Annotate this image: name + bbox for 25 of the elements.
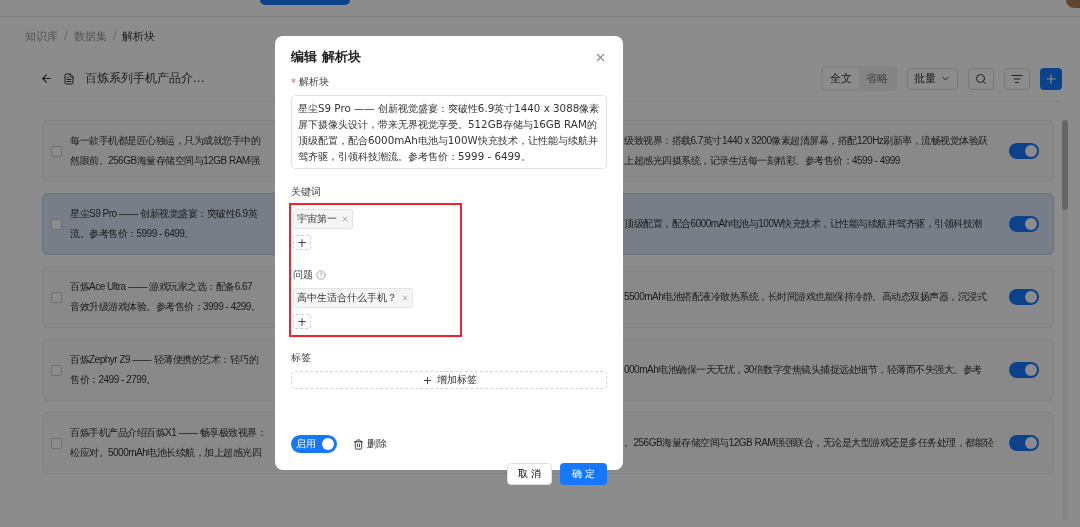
field-label: 关键词: [291, 185, 321, 199]
chunk-text: 流。参考售价：5999 - 6499。: [70, 227, 194, 241]
chunk-text: 百炼Zephyr Z9 —— 轻薄便携的艺术：轻巧的: [70, 353, 259, 367]
chunk-text: 级致视界：搭载6.7英寸1440 x 3200像素超清屏幕，搭配120Hz刷新率，流畅视觉体验跃: [624, 134, 988, 148]
breadcrumb-separator: /: [64, 29, 68, 44]
chunk-text: 5500mAh电池搭配液冷散热系统，长时间游戏也能保持冷静。高动态双扬声器，沉浸式: [624, 290, 987, 304]
required-mark: *: [291, 76, 296, 88]
field-label: 标签: [291, 351, 311, 365]
field-label: 解析块: [299, 75, 329, 89]
keyword-tag: 宇宙第一: [293, 209, 353, 229]
chunk-text: 顶级配置，配合6000mAh电池与100W快充技术，让性能与续航并驾齐驱，引领科技潮: [624, 217, 982, 231]
chunk-text: 百炼Ace Ultra —— 游戏玩家之选：配备6.67: [70, 280, 253, 294]
breadcrumb-item: 解析块: [122, 29, 156, 44]
breadcrumb-separator: /: [112, 29, 117, 44]
question-tag: 高中生适合什么手机？: [293, 288, 413, 308]
chunk-text: 。256GB海量存储空间与12GB RAM强强联合，无论是大型游戏还是多任务处理，都能轻: [624, 436, 994, 450]
chunk-text: 然眼前。256GB海量存储空间与12GB RAM强: [70, 154, 260, 168]
field-label: 问题: [293, 268, 313, 282]
dialog-title: 编辑 解析块: [291, 48, 361, 66]
chunk-text: 松应对。5000mAh电池长续航，加上超感光四: [70, 446, 262, 460]
document-title: 百炼系列手机产品介...: [85, 70, 205, 87]
chunk-text: 音效升级游戏体验。参考售价：3999 - 4299。: [70, 300, 261, 314]
chunk-text: 百炼手机产品介绍百炼X1 —— 畅享极致视界：: [70, 426, 267, 440]
chunk-text: 星尘S9 Pro —— 创新视觉盛宴：突破性6.9英: [70, 207, 258, 221]
chunk-text: 售价：2499 - 2799。: [70, 373, 156, 387]
